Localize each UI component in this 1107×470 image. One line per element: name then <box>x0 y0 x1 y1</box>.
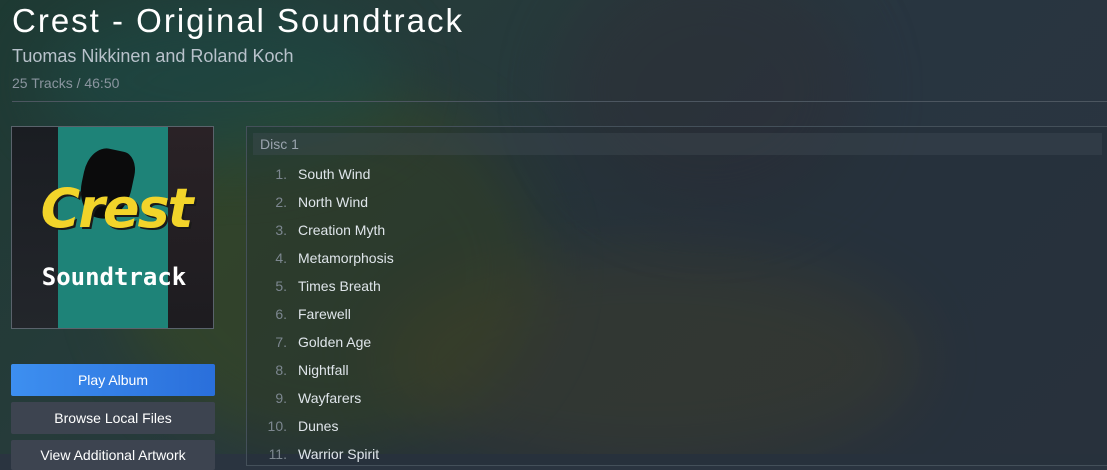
album-meta: 25 Tracks / 46:50 <box>12 75 120 91</box>
track-list: Disc 1 1. South Wind 2. North Wind 3. Creatio… <box>246 126 1107 466</box>
track-number: 8. <box>275 362 287 378</box>
play-album-button[interactable]: Play Album <box>11 364 215 396</box>
track-name: Warrior Spirit <box>298 446 380 462</box>
track-row[interactable]: 1. South Wind <box>247 160 847 188</box>
track-number: 5. <box>275 278 287 294</box>
browse-local-files-button[interactable]: Browse Local Files <box>11 402 215 434</box>
track-row[interactable]: 10. Dunes <box>247 412 847 440</box>
track-row[interactable]: 7. Golden Age <box>247 328 847 356</box>
track-row[interactable]: 9. Wayfarers <box>247 384 847 412</box>
track-name: North Wind <box>298 194 369 210</box>
header-divider <box>12 101 1107 102</box>
track-row[interactable]: 8. Nightfall <box>247 356 847 384</box>
track-name: Times Breath <box>298 278 381 294</box>
album-title: Crest - Original Soundtrack <box>12 2 464 39</box>
album-cover: Crest Soundtrack <box>11 126 214 329</box>
track-number: 2. <box>275 194 287 210</box>
track-row[interactable]: 11. Warrior Spirit <box>247 440 847 468</box>
track-name: Dunes <box>298 418 339 434</box>
cover-logo-subtitle: Soundtrack <box>41 263 187 291</box>
track-number: 3. <box>275 222 287 238</box>
track-number: 1. <box>275 166 287 182</box>
track-number: 11. <box>268 446 287 462</box>
disc-label: Disc 1 <box>253 133 1102 155</box>
track-name: Wayfarers <box>298 390 362 406</box>
album-page: Crest - Original Soundtrack Tuomas Nikki… <box>0 0 1107 470</box>
track-name: Farewell <box>298 306 351 322</box>
track-name: Creation Myth <box>298 222 386 238</box>
track-row[interactable]: 3. Creation Myth <box>247 216 847 244</box>
track-number: 4. <box>275 250 287 266</box>
track-row[interactable]: 2. North Wind <box>247 188 847 216</box>
track-number: 6. <box>275 306 287 322</box>
track-name: Golden Age <box>298 334 372 350</box>
track-name: Metamorphosis <box>298 250 394 266</box>
track-row[interactable]: 5. Times Breath <box>247 272 847 300</box>
album-artist: Tuomas Nikkinen and Roland Koch <box>12 46 294 66</box>
track-row[interactable]: 6. Farewell <box>247 300 847 328</box>
track-row[interactable]: 4. Metamorphosis <box>247 244 847 272</box>
track-number: 9. <box>275 390 287 406</box>
track-number: 10. <box>267 418 287 434</box>
track-number: 7. <box>275 334 287 350</box>
track-name: South Wind <box>298 166 371 182</box>
cover-logo-text: Crest <box>40 177 194 240</box>
track-name: Nightfall <box>298 362 349 378</box>
view-additional-artwork-button[interactable]: View Additional Artwork <box>11 440 215 470</box>
